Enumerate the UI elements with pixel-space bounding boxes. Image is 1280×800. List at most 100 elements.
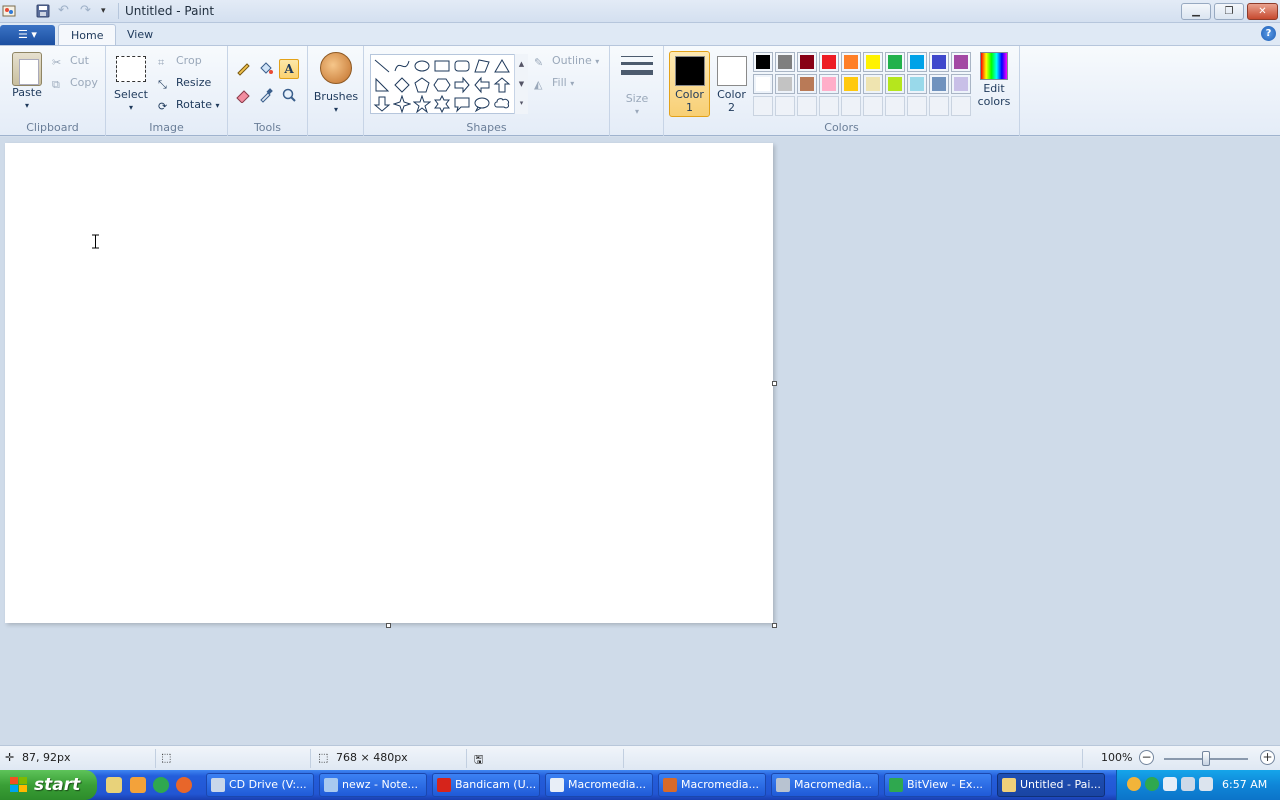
eraser-tool[interactable]: [233, 86, 253, 106]
palette-color-swatch[interactable]: [863, 96, 883, 116]
zoom-in-button[interactable]: +: [1260, 750, 1275, 765]
up-arrow-shape[interactable]: [493, 76, 511, 94]
pentagon-shape[interactable]: [413, 76, 431, 94]
palette-color-swatch[interactable]: [797, 96, 817, 116]
palette-color-swatch[interactable]: [951, 74, 971, 94]
save-icon[interactable]: [36, 4, 50, 18]
customize-qat-icon[interactable]: ▾: [101, 4, 115, 18]
rounded-rectangle-shape[interactable]: [453, 57, 471, 75]
explorer-quicklaunch-icon[interactable]: [106, 777, 122, 793]
left-arrow-shape[interactable]: [473, 76, 491, 94]
tab-view[interactable]: View: [115, 24, 165, 46]
fill-tool[interactable]: [256, 59, 276, 79]
resize-handle-corner[interactable]: [772, 623, 777, 628]
palette-color-swatch[interactable]: [775, 52, 795, 72]
rounded-callout-shape[interactable]: [453, 95, 471, 113]
zoom-slider-thumb[interactable]: [1202, 751, 1210, 766]
pencil-tool[interactable]: [233, 59, 253, 79]
firefox-quicklaunch-icon[interactable]: [176, 777, 192, 793]
palette-color-swatch[interactable]: [753, 74, 773, 94]
gallery-expand-icon[interactable]: ▾: [515, 94, 528, 112]
taskbar-button[interactable]: CD Drive (V:...: [206, 773, 314, 797]
palette-color-swatch[interactable]: [929, 52, 949, 72]
rectangle-shape[interactable]: [433, 57, 451, 75]
palette-color-swatch[interactable]: [753, 52, 773, 72]
taskbar-button[interactable]: newz - Note...: [319, 773, 427, 797]
line-shape[interactable]: [373, 57, 391, 75]
restore-button[interactable]: ❐: [1214, 3, 1244, 20]
diamond-shape[interactable]: [393, 76, 411, 94]
close-button[interactable]: ✕: [1247, 3, 1278, 20]
taskbar-button[interactable]: Macromedia...: [771, 773, 879, 797]
right-arrow-shape[interactable]: [453, 76, 471, 94]
cut-button[interactable]: ✂ Cut: [52, 52, 89, 70]
down-arrow-shape[interactable]: [373, 95, 391, 113]
text-tool[interactable]: A: [279, 59, 299, 79]
resize-handle-bottom[interactable]: [386, 623, 391, 628]
palette-color-swatch[interactable]: [929, 74, 949, 94]
palette-color-swatch[interactable]: [841, 52, 861, 72]
flag-tray-icon[interactable]: [1163, 777, 1177, 791]
taskbar-button[interactable]: Untitled - Pai...: [997, 773, 1105, 797]
copy-button[interactable]: ⧉ Copy: [52, 74, 98, 92]
taskbar-button[interactable]: Bandicam (U...: [432, 773, 540, 797]
palette-color-swatch[interactable]: [863, 74, 883, 94]
palette-color-swatch[interactable]: [907, 52, 927, 72]
oval-callout-shape[interactable]: [473, 95, 491, 113]
select-button[interactable]: Select ▾: [114, 56, 148, 114]
size-button[interactable]: Size ▾: [616, 52, 658, 118]
start-button[interactable]: start: [0, 770, 97, 800]
triangle-shape[interactable]: [493, 57, 511, 75]
paste-button[interactable]: Paste ▾: [8, 52, 46, 112]
scroll-up-icon[interactable]: ▲: [515, 54, 528, 74]
hexagon-shape[interactable]: [433, 76, 451, 94]
palette-color-swatch[interactable]: [819, 96, 839, 116]
status-tray-icon[interactable]: [1145, 777, 1159, 791]
shapes-scrollbar[interactable]: ▲ ▼ ▾: [514, 54, 528, 114]
palette-color-swatch[interactable]: [819, 52, 839, 72]
taskbar-button[interactable]: Macromedia...: [658, 773, 766, 797]
rotate-button[interactable]: ⟳ Rotate ▾: [158, 96, 220, 114]
redo-icon[interactable]: ↷: [80, 4, 94, 18]
palette-color-swatch[interactable]: [885, 96, 905, 116]
search-tray-icon[interactable]: [1127, 777, 1141, 791]
palette-color-swatch[interactable]: [775, 96, 795, 116]
scroll-down-icon[interactable]: ▼: [515, 74, 528, 94]
palette-color-swatch[interactable]: [907, 96, 927, 116]
oval-shape[interactable]: [413, 57, 431, 75]
six-point-star-shape[interactable]: [433, 94, 451, 114]
five-point-star-shape[interactable]: [412, 94, 432, 114]
help-icon[interactable]: ?: [1261, 26, 1276, 41]
palette-color-swatch[interactable]: [929, 96, 949, 116]
four-point-star-shape[interactable]: [392, 94, 412, 114]
curve-shape[interactable]: [393, 57, 411, 75]
palette-color-swatch[interactable]: [907, 74, 927, 94]
color1-button[interactable]: Color 1: [669, 51, 710, 117]
undo-icon[interactable]: ↶: [58, 4, 72, 18]
resize-handle-right[interactable]: [772, 381, 777, 386]
cloud-callout-shape[interactable]: [493, 95, 511, 113]
edit-colors-button[interactable]: Edit colors: [976, 52, 1012, 108]
network-tray-icon[interactable]: [1181, 777, 1195, 791]
taskbar-button[interactable]: BitView - Ex...: [884, 773, 992, 797]
right-triangle-shape[interactable]: [373, 76, 391, 94]
palette-color-swatch[interactable]: [951, 96, 971, 116]
paint-app-icon[interactable]: [2, 4, 16, 18]
palette-color-swatch[interactable]: [775, 74, 795, 94]
palette-color-swatch[interactable]: [841, 96, 861, 116]
tab-home[interactable]: Home: [58, 24, 117, 46]
color-picker-tool[interactable]: [256, 86, 276, 106]
crop-button[interactable]: ⌗ Crop: [158, 52, 202, 70]
canvas-workspace[interactable]: [0, 137, 1280, 745]
color2-button[interactable]: Color 2: [711, 51, 752, 117]
browser-quicklaunch-icon[interactable]: [153, 777, 169, 793]
palette-color-swatch[interactable]: [951, 52, 971, 72]
media-quicklaunch-icon[interactable]: [130, 777, 146, 793]
palette-color-swatch[interactable]: [885, 52, 905, 72]
polygon-shape[interactable]: [473, 57, 491, 75]
drawing-canvas[interactable]: [5, 143, 773, 623]
palette-color-swatch[interactable]: [819, 74, 839, 94]
outline-button[interactable]: ✎ Outline ▾: [534, 52, 599, 70]
palette-color-swatch[interactable]: [797, 52, 817, 72]
taskbar-button[interactable]: Macromedia...: [545, 773, 653, 797]
